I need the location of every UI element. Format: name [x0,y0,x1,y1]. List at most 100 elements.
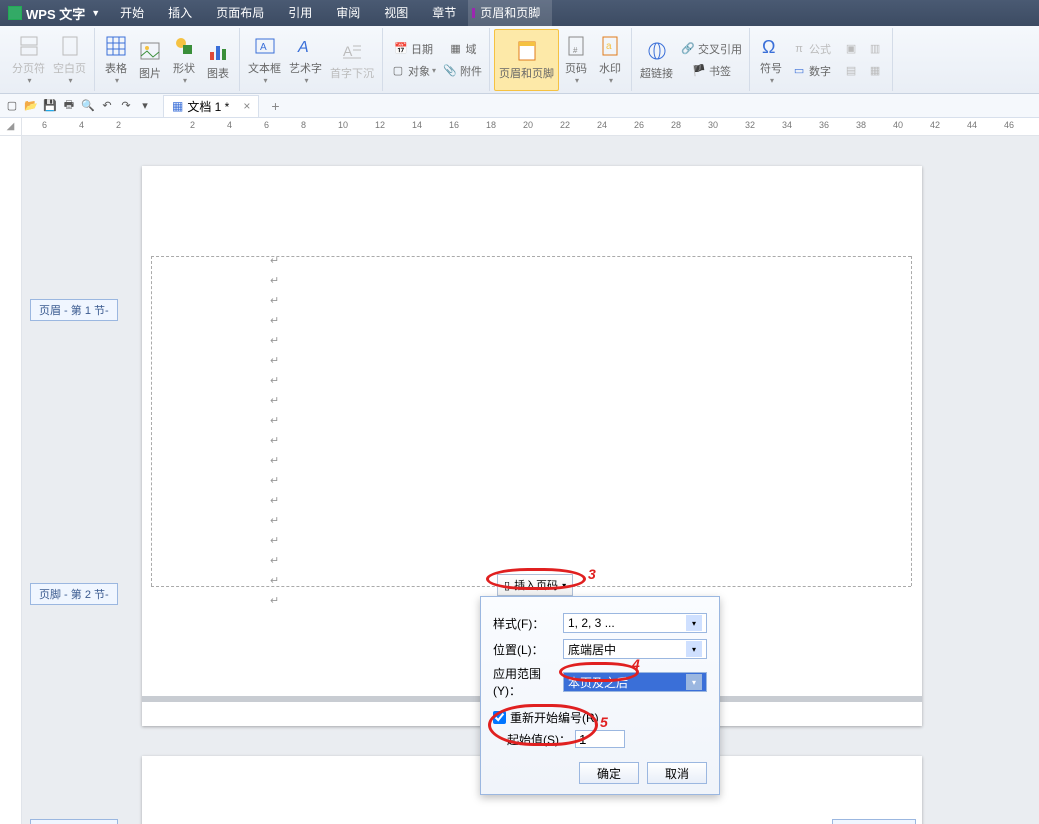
misc2-button[interactable]: ▤ [840,60,864,82]
chevron-down-icon: ▾ [609,76,613,85]
number-button[interactable]: ▭数字 [788,60,834,82]
doc-tab-name: 文档 1 * [187,98,229,115]
redo-icon[interactable]: ↷ [118,98,134,114]
page-number-icon: # [564,34,588,58]
ok-button[interactable]: 确定 [579,762,639,784]
menu-tab-review[interactable]: 审阅 [324,0,372,26]
doc-icon: ▦ [172,99,183,113]
attachment-button[interactable]: 📎附件 [439,60,485,82]
menu-tab-insert[interactable]: 插入 [156,0,204,26]
chevron-down-icon: ▾ [562,581,566,590]
misc1-button[interactable]: ▣ [840,38,864,60]
wordart-icon: A [294,34,318,58]
footer-section2-label: 页脚 - 第 2 节- [30,583,118,605]
document-canvas[interactable]: 页眉 - 第 1 节- 页脚 - 第 2 节- ↵↵↵↵↵↵↵↵↵↵↵↵↵↵↵↵… [22,136,1039,824]
print-icon[interactable]: 🖶 [61,98,77,114]
dropcap-icon: A [340,39,364,63]
chevron-down-icon: ▾ [686,641,702,657]
textbox-icon: A [253,34,277,58]
editor-area: 页眉 - 第 1 节- 页脚 - 第 2 节- ↵↵↵↵↵↵↵↵↵↵↵↵↵↵↵↵… [0,136,1039,824]
cross-reference-button[interactable]: 🔗交叉引用 [677,38,745,60]
print-preview-icon[interactable]: 🔍 [80,98,96,114]
document-tab[interactable]: ▦ 文档 1 * × [163,95,259,117]
horizontal-ruler: ◢ 64224681012141618202224262830323436384… [0,118,1039,136]
app-title[interactable]: WPS 文字 ▼ [0,0,108,26]
equation-button[interactable]: π公式 [788,38,834,60]
svg-text:Ω: Ω [762,37,775,57]
misc4-button[interactable]: ▦ [864,60,888,82]
close-tab-icon[interactable]: × [243,99,250,113]
ruler-corner: ◢ [0,118,22,135]
header-footer-button[interactable]: 页眉和页脚 [494,29,559,91]
qat-dropdown-icon[interactable]: ▾ [137,98,153,114]
chart-button[interactable]: 图表 [201,29,235,91]
open-icon[interactable]: 📂 [23,98,39,114]
shapes-button[interactable]: 形状▾ [167,29,201,91]
ribbon-group-pages: 分页符▾ 空白页▾ [4,28,95,91]
misc3-button[interactable]: ▥ [864,38,888,60]
watermark-button[interactable]: a水印▾ [593,29,627,91]
table-button[interactable]: 表格▾ [99,29,133,91]
cancel-button[interactable]: 取消 [647,762,707,784]
picture-button[interactable]: 图片 [133,29,167,91]
field-button[interactable]: ▦域 [439,38,485,60]
chevron-down-icon: ▾ [68,76,72,85]
symbol-button[interactable]: Ω符号▾ [754,29,788,91]
chevron-down-icon: ▾ [115,76,119,85]
vertical-ruler[interactable] [0,136,22,824]
ribbon-group-symbols: Ω符号▾ π公式 ▭数字 ▣ ▤ ▥ ▦ [750,28,893,91]
insert-page-number-dropdown[interactable]: ▯ 插入页码 ▾ [497,574,573,596]
ribbon-group-headerfooter: 页眉和页脚 #页码▾ a水印▾ [490,28,632,91]
textbox-button[interactable]: A文本框▾ [244,29,285,91]
menu-tab-start[interactable]: 开始 [108,0,156,26]
page-number-button[interactable]: #页码▾ [559,29,593,91]
menu-tab-headerfooter[interactable]: 页眉和页脚 [468,0,552,26]
chevron-down-icon: ▾ [263,76,267,85]
dialog-footer: 确定 取消 [493,762,707,784]
bookmark-button[interactable]: 🏴书签 [677,60,745,82]
menu-tab-view[interactable]: 视图 [372,0,420,26]
date-button[interactable]: 📅日期 [387,38,439,60]
save-icon[interactable]: 💾 [42,98,58,114]
restart-checkbox[interactable] [493,711,506,724]
add-tab-button[interactable]: + [271,98,279,114]
chevron-down-icon: ▾ [432,66,436,75]
restart-numbering-row: 重新开始编号(R) [493,709,707,726]
position-select[interactable]: 底端居中▾ [563,639,707,659]
calendar-icon: 📅 [393,41,409,57]
object-button[interactable]: ▢对象▾ [387,60,439,82]
position-label: 位置(L)： [493,641,563,658]
chevron-down-icon: ▾ [686,674,702,690]
start-value-input[interactable] [575,730,625,748]
object-icon: ▢ [390,63,406,79]
svg-text:a: a [606,41,612,52]
menu-tab-section[interactable]: 章节 [420,0,468,26]
svg-text:A: A [260,42,267,53]
style-row: 样式(F)： 1, 2, 3 ...▾ [493,613,707,633]
scope-select[interactable]: 本页及之后▾ [563,672,707,692]
omega-icon: Ω [759,34,783,58]
undo-icon[interactable]: ↶ [99,98,115,114]
chevron-down-icon: ▾ [686,615,702,631]
chart-icon [206,39,230,63]
chevron-down-icon: ▾ [575,76,579,85]
document-tabs-bar: ▢ 📂 💾 🖶 🔍 ↶ ↷ ▾ ▦ 文档 1 * × + [0,94,1039,118]
ribbon-group-fields: 📅日期 ▢对象▾ ▦域 📎附件 [383,28,490,91]
wordart-button[interactable]: A艺术字▾ [285,29,326,91]
header-section1-label: 页眉 - 第 1 节- [30,299,118,321]
page-break-button[interactable]: 分页符▾ [8,29,49,91]
svg-text:#: # [573,46,578,55]
dropcap-button[interactable]: A首字下沉 [326,29,378,91]
margin-line [151,256,152,586]
ribbon-group-illustrations: 表格▾ 图片 形状▾ 图表 [95,28,240,91]
app-dropdown-icon[interactable]: ▼ [91,8,100,18]
header-footer-icon [515,39,539,63]
svg-text:A: A [297,39,309,56]
menu-tab-reference[interactable]: 引用 [276,0,324,26]
ruler-scale[interactable]: 6422468101214161820222426283032343638404… [22,118,1039,135]
hyperlink-button[interactable]: 超链接 [636,29,677,91]
blank-page-button[interactable]: 空白页▾ [49,29,90,91]
menu-tab-pagelayout[interactable]: 页面布局 [204,0,276,26]
new-doc-icon[interactable]: ▢ [4,98,20,114]
style-select[interactable]: 1, 2, 3 ...▾ [563,613,707,633]
